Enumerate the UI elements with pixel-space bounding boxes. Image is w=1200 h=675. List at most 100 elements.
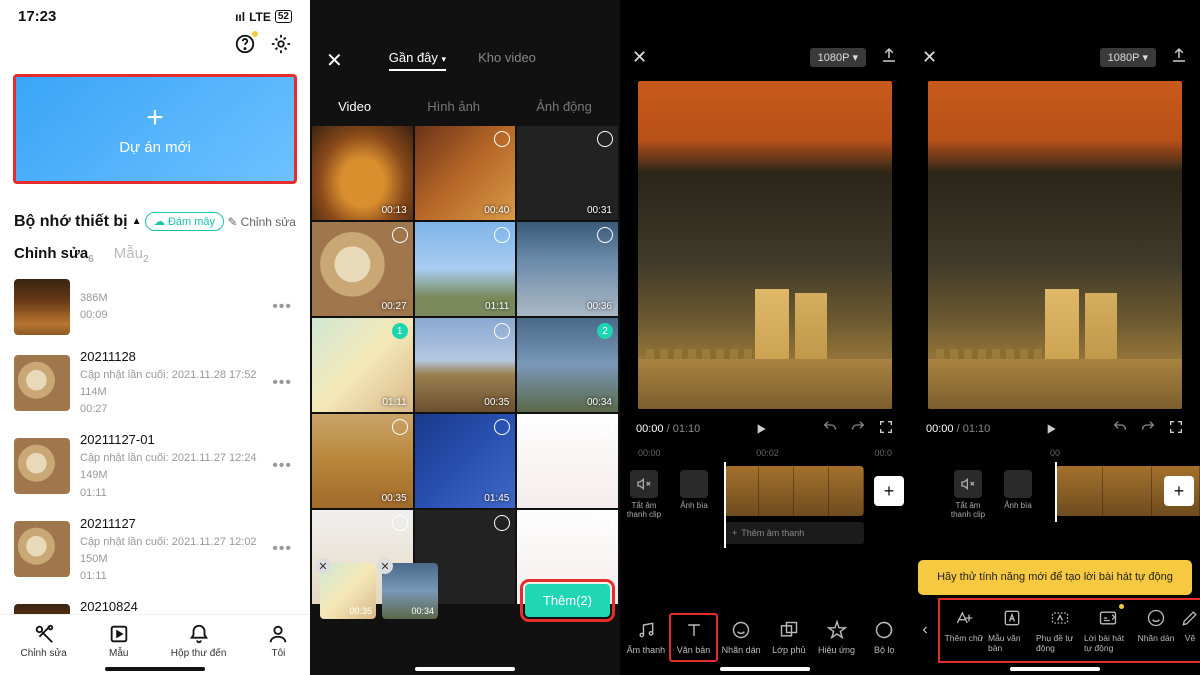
tool-auto-caption[interactable]: Phụ đề tự động — [1036, 602, 1084, 659]
media-cell[interactable]: 00:31 — [517, 126, 618, 220]
tool-auto-lyrics[interactable]: Lời bài hát tự động — [1084, 602, 1132, 659]
editor-screen: ✕ 1080P ▾ 00:00 / 01:10 00:0000:0200:0 T… — [620, 0, 910, 675]
nav-me[interactable]: Tôi — [267, 623, 289, 659]
media-cell[interactable]: 00:27 — [312, 222, 413, 316]
selected-thumb[interactable]: ✕00:34 — [382, 563, 438, 619]
tool-filter[interactable]: Bộ lọ — [860, 614, 908, 661]
tool-overlay[interactable]: Lớp phủ — [765, 614, 813, 661]
tab-template[interactable]: Mẫu2 — [114, 245, 149, 265]
playhead[interactable] — [1055, 462, 1057, 522]
playhead[interactable] — [724, 462, 726, 548]
tool-audio[interactable]: Âm thanh — [622, 614, 670, 661]
add-audio-button[interactable]: + Thêm âm thanh — [724, 522, 864, 544]
export-icon[interactable] — [880, 46, 898, 69]
media-cell[interactable] — [517, 414, 618, 508]
thumbnail — [14, 521, 70, 577]
thumbnail — [14, 355, 70, 411]
tool-sticker[interactable]: Nhãn dán — [1132, 602, 1180, 659]
storage-heading[interactable]: Bộ nhớ thiết bị ▲ — [14, 213, 141, 231]
nav-template[interactable]: Mẫu — [108, 623, 130, 659]
add-clip-button[interactable]: + — [1164, 476, 1194, 506]
remove-icon[interactable]: ✕ — [315, 558, 331, 574]
text-toolbar: ‹ Thêm chữ Mẫu văn bản Phụ đề tự động Lờ… — [910, 600, 1200, 661]
settings-icon[interactable] — [270, 33, 292, 60]
mute-clip-button[interactable]: Tắt âm thanh clip — [624, 470, 664, 519]
more-icon[interactable]: ••• — [268, 298, 296, 316]
undo-icon[interactable] — [822, 419, 838, 438]
media-cell[interactable]: 00:35 — [312, 414, 413, 508]
chevron-up-icon: ▲ — [132, 216, 142, 227]
cover-button[interactable]: Ảnh bìa — [674, 470, 714, 519]
feature-tooltip: Hãy thử tính năng mới để tạo lời bài hát… — [918, 560, 1192, 595]
cover-button[interactable]: Ảnh bìa — [998, 470, 1038, 519]
more-icon[interactable]: ••• — [268, 540, 296, 558]
add-button[interactable]: Thêm(2) — [525, 584, 610, 617]
help-icon[interactable] — [234, 33, 256, 60]
tool-add-text[interactable]: Thêm chữ — [940, 602, 988, 659]
redo-icon[interactable] — [850, 419, 866, 438]
media-cell[interactable]: 01:45 — [415, 414, 516, 508]
selected-thumb[interactable]: ✕00:35 — [320, 563, 376, 619]
tool-text[interactable]: Văn bản — [670, 614, 718, 661]
list-item[interactable]: 20211128Cập nhật lần cuối: 2021.11.28 17… — [0, 341, 310, 424]
tab-edit[interactable]: Chỉnh sửa6 — [14, 245, 94, 265]
media-cell[interactable]: 200:34 — [517, 318, 618, 412]
status-bar: 17:23 ııl LTE 52 — [0, 0, 310, 27]
list-item[interactable]: 20211127-01Cập nhật lần cuối: 2021.11.27… — [0, 424, 310, 507]
media-cell[interactable]: 01:11 — [415, 222, 516, 316]
mute-clip-button[interactable]: Tắt âm thanh clip — [948, 470, 988, 519]
remove-icon[interactable]: ✕ — [377, 558, 393, 574]
resolution-badge[interactable]: 1080P ▾ — [1100, 48, 1156, 67]
home-indicator — [1010, 667, 1100, 671]
tool-sticker[interactable]: Nhãn dán — [717, 614, 765, 661]
timeline[interactable]: 00 Tắt âm thanh clip Ảnh bìa + — [910, 444, 1200, 512]
media-cell[interactable]: 101:11 — [312, 318, 413, 412]
media-cell[interactable]: 00:40 — [415, 126, 516, 220]
tab-stock[interactable]: Kho video — [478, 50, 536, 71]
undo-icon[interactable] — [1112, 419, 1128, 438]
nav-edit[interactable]: Chỉnh sửa — [21, 623, 67, 659]
more-icon[interactable]: ••• — [268, 457, 296, 475]
tab-recent[interactable]: Gần đây ▾ — [389, 50, 446, 71]
home-screen: 17:23 ııl LTE 52 + Dự án mới Bộ nhớ thiế… — [0, 0, 310, 675]
time-display: 00:00 / 01:10 — [636, 423, 700, 435]
fullscreen-icon[interactable] — [1168, 419, 1184, 438]
media-cell[interactable]: 00:13 — [312, 126, 413, 220]
tool-draw[interactable]: Vẽ — [1180, 602, 1200, 659]
resolution-badge[interactable]: 1080P ▾ — [810, 48, 866, 67]
add-clip-button[interactable]: + — [874, 476, 904, 506]
home-indicator — [105, 667, 205, 671]
clock: 17:23 — [18, 8, 56, 25]
media-cell[interactable]: 00:36 — [517, 222, 618, 316]
close-icon[interactable]: ✕ — [922, 47, 937, 68]
preview[interactable] — [638, 81, 892, 409]
media-grid: 00:13 00:40 00:31 00:27 01:11 00:36 101:… — [310, 126, 620, 604]
back-icon[interactable]: ‹ — [910, 621, 940, 639]
mtab-image[interactable]: Hình ảnh — [427, 99, 480, 114]
nav-inbox[interactable]: Hộp thư đến — [171, 623, 227, 659]
tool-text-template[interactable]: Mẫu văn bản — [988, 602, 1036, 659]
fullscreen-icon[interactable] — [878, 419, 894, 438]
cloud-button[interactable]: ☁ Đám mây — [145, 212, 224, 231]
play-button[interactable] — [753, 421, 769, 437]
status-right: ııl LTE 52 — [235, 8, 292, 25]
redo-icon[interactable] — [1140, 419, 1156, 438]
edit-toolbar: Âm thanh Văn bản Nhãn dán Lớp phủ Hiệu ứ… — [620, 614, 910, 661]
mtab-anim[interactable]: Ảnh động — [536, 99, 592, 114]
mtab-video[interactable]: Video — [338, 99, 371, 114]
close-icon[interactable]: ✕ — [326, 48, 343, 73]
video-clip[interactable] — [724, 466, 864, 516]
play-button[interactable] — [1043, 421, 1059, 437]
tool-effect[interactable]: Hiệu ứng — [813, 614, 861, 661]
new-project-button[interactable]: + Dự án mới — [13, 74, 297, 184]
list-item[interactable]: 386M00:09 ••• — [0, 273, 310, 341]
more-icon[interactable]: ••• — [268, 374, 296, 392]
timeline[interactable]: 00:0000:0200:0 Tắt âm thanh clip Ảnh bìa… — [620, 444, 910, 554]
edit-button[interactable]: ✎ Chỉnh sửa — [228, 215, 296, 229]
export-icon[interactable] — [1170, 46, 1188, 69]
media-cell[interactable]: 00:35 — [415, 318, 516, 412]
preview[interactable] — [928, 81, 1182, 409]
close-icon[interactable]: ✕ — [632, 47, 647, 68]
list-item[interactable]: 20211127Cập nhật lần cuối: 2021.11.27 12… — [0, 508, 310, 591]
time-display: 00:00 / 01:10 — [926, 423, 990, 435]
